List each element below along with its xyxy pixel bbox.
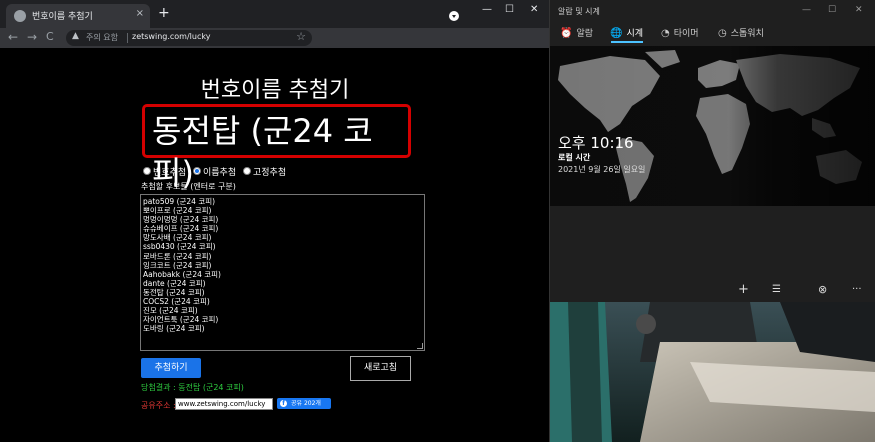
clock-app-window: 알람 및 시계 — ☐ ✕ ⏰ 알람 🌐 시계 ◔ 타이머 ◷ 스톱워치 오후 … bbox=[550, 0, 875, 302]
compare-icon[interactable]: ⊗ bbox=[818, 283, 827, 296]
alarm-icon: ⏰ bbox=[560, 28, 573, 39]
candidate-line: COCS2 (군24 코피) bbox=[143, 297, 210, 307]
share-url-input[interactable]: www.zetswing.com/lucky bbox=[175, 398, 273, 410]
page-content: 번호이름 추첨기 동전탑 (군24 코피) 번호추첨 이름추첨 고정추첨 추첨할… bbox=[0, 48, 550, 442]
new-tab-button[interactable]: + bbox=[158, 5, 170, 21]
tab-title: 번호이름 추첨기 bbox=[32, 12, 93, 22]
candidate-line: 뽀이프로 (군24 코피) bbox=[143, 206, 212, 216]
resize-handle[interactable] bbox=[417, 343, 423, 349]
local-time-label: 로컬 시간 bbox=[558, 153, 591, 162]
add-clock-icon[interactable]: + bbox=[738, 282, 749, 297]
local-time: 오후 10:16 bbox=[558, 134, 634, 152]
world-clock-icon: 🌐 bbox=[610, 28, 623, 39]
candidates-label: 추첨할 후보들 (엔터로 구분) bbox=[141, 182, 236, 191]
timer-icon: ◔ bbox=[661, 28, 670, 39]
candidate-line: Aahobakk (군24 코피) bbox=[143, 269, 221, 279]
browser-toolbar: ← → C ▲ 주의 요함 zetswing.com/lucky ☆ bbox=[0, 28, 550, 48]
tab-stopwatch-label: 스톱워치 bbox=[730, 29, 764, 39]
candidate-line: 로바드론 (군24 코피) bbox=[143, 251, 212, 261]
clock-app-title: 알람 및 시계 bbox=[558, 7, 600, 16]
clock-close-button[interactable]: ✕ bbox=[855, 5, 863, 15]
facebook-icon: f bbox=[280, 400, 287, 407]
tab-strip: 번호이름 추첨기 × + — ☐ ✕ bbox=[0, 0, 550, 28]
desktop: 번호이름 추첨기 × + — ☐ ✕ ← → C ▲ 주의 요함 zetswin… bbox=[0, 0, 875, 442]
tab-close-button[interactable]: × bbox=[136, 8, 144, 19]
candidate-line: 동전탑 (군24 코피) bbox=[143, 287, 205, 297]
candidate-line: 멍멍이멍멍 (군24 코피) bbox=[143, 215, 219, 225]
wallpaper-graphic bbox=[550, 302, 875, 442]
clock-tab-bar: ⏰ 알람 🌐 시계 ◔ 타이머 ◷ 스톱워치 bbox=[550, 22, 875, 44]
warning-icon[interactable]: ▲ bbox=[72, 31, 79, 41]
local-date: 2021년 9월 26일 일요일 bbox=[558, 165, 646, 174]
candidate-line: 도바링 (군24 코피) bbox=[143, 324, 205, 334]
bookmark-star-icon[interactable]: ☆ bbox=[296, 30, 306, 43]
desktop-wallpaper-photo bbox=[550, 302, 875, 442]
share-button-label: 공유 202개 bbox=[291, 400, 321, 407]
maximize-button[interactable]: ☐ bbox=[505, 4, 514, 15]
security-warning-text[interactable]: 주의 요함 bbox=[86, 32, 118, 43]
url-text[interactable]: zetswing.com/lucky bbox=[132, 32, 210, 41]
back-arrow-icon[interactable]: ← bbox=[8, 30, 18, 44]
facebook-share-button[interactable]: f 공유 202개 bbox=[277, 398, 331, 409]
draw-button[interactable]: 추첨하기 bbox=[141, 358, 201, 378]
radio-fixed-draw[interactable] bbox=[243, 167, 251, 175]
candidate-line: dante (군24 코피) bbox=[143, 278, 206, 288]
tab-stopwatch[interactable]: ◷ 스톱워치 bbox=[718, 26, 764, 39]
clock-command-bar: + ☰ ⊗ ··· bbox=[550, 280, 875, 302]
refresh-button[interactable]: 새로고침 bbox=[350, 356, 411, 381]
candidate-line: 잉크코트 (군24 코피) bbox=[143, 260, 212, 270]
candidate-line: pato509 (군24 코피) bbox=[143, 197, 216, 206]
candidate-line: 슈슈베이프 (군24 코피) bbox=[143, 224, 219, 234]
browser-tab[interactable]: 번호이름 추첨기 × bbox=[6, 4, 150, 28]
tab-clock-label: 시계 bbox=[626, 29, 644, 39]
address-separator bbox=[127, 33, 128, 43]
reload-icon[interactable]: C bbox=[46, 30, 54, 43]
tab-clock[interactable]: 🌐 시계 bbox=[610, 26, 643, 39]
tab-alarm-label: 알람 bbox=[576, 29, 594, 39]
clock-minimize-button[interactable]: — bbox=[802, 5, 811, 15]
clock-titlebar: 알람 및 시계 — ☐ ✕ bbox=[550, 0, 875, 22]
night-shade bbox=[550, 46, 875, 206]
candidate-line: 진모 (군24 코피) bbox=[143, 306, 198, 316]
radio-label-number[interactable]: 번호추첨 bbox=[153, 165, 186, 178]
radio-name-draw[interactable] bbox=[193, 167, 201, 175]
edit-list-icon[interactable]: ☰ bbox=[772, 284, 781, 295]
candidate-line: 망도사배 (군24 코피) bbox=[143, 233, 212, 243]
minimize-button[interactable]: — bbox=[482, 4, 492, 15]
page-title: 번호이름 추첨기 bbox=[200, 78, 350, 103]
candidate-line: 자이언트툭 (군24 코피) bbox=[143, 315, 219, 325]
candidate-line: ssb0430 (군24 코피) bbox=[143, 242, 216, 252]
browser-window: 번호이름 추첨기 × + — ☐ ✕ ← → C ▲ 주의 요함 zetswin… bbox=[0, 0, 550, 442]
world-map: 오후 10:16 로컬 시간 2021년 9월 26일 일요일 bbox=[550, 46, 875, 206]
candidates-textarea[interactable]: pato509 (군24 코피) 뽀이프로 (군24 코피) 멍멍이멍멍 (군24 … bbox=[140, 194, 425, 351]
radio-number-draw[interactable] bbox=[143, 167, 151, 175]
active-tab-indicator bbox=[611, 41, 643, 43]
tab-timer-label: 타이머 bbox=[673, 29, 699, 39]
clock-maximize-button[interactable]: ☐ bbox=[828, 5, 836, 15]
tab-timer[interactable]: ◔ 타이머 bbox=[661, 26, 699, 39]
globe-icon bbox=[14, 10, 26, 22]
tab-alarm[interactable]: ⏰ 알람 bbox=[560, 26, 593, 39]
radio-label-fixed[interactable]: 고정추첨 bbox=[253, 165, 286, 178]
radio-label-name[interactable]: 이름추첨 bbox=[203, 165, 236, 178]
more-options-icon[interactable]: ··· bbox=[852, 284, 862, 295]
forward-arrow-icon[interactable]: → bbox=[27, 30, 37, 44]
draw-result-box: 동전탑 (군24 코피) bbox=[142, 104, 411, 192]
share-address-label: 공유주소 : bbox=[141, 401, 176, 410]
close-window-button[interactable]: ✕ bbox=[530, 4, 538, 15]
address-bar[interactable]: ▲ 주의 요함 zetswing.com/lucky ☆ bbox=[66, 30, 312, 46]
stopwatch-icon: ◷ bbox=[718, 28, 727, 39]
tab-search-icon[interactable] bbox=[449, 11, 459, 21]
draw-result-line: 당첨결과 : 동전탑 (군24 코피) bbox=[141, 383, 244, 392]
